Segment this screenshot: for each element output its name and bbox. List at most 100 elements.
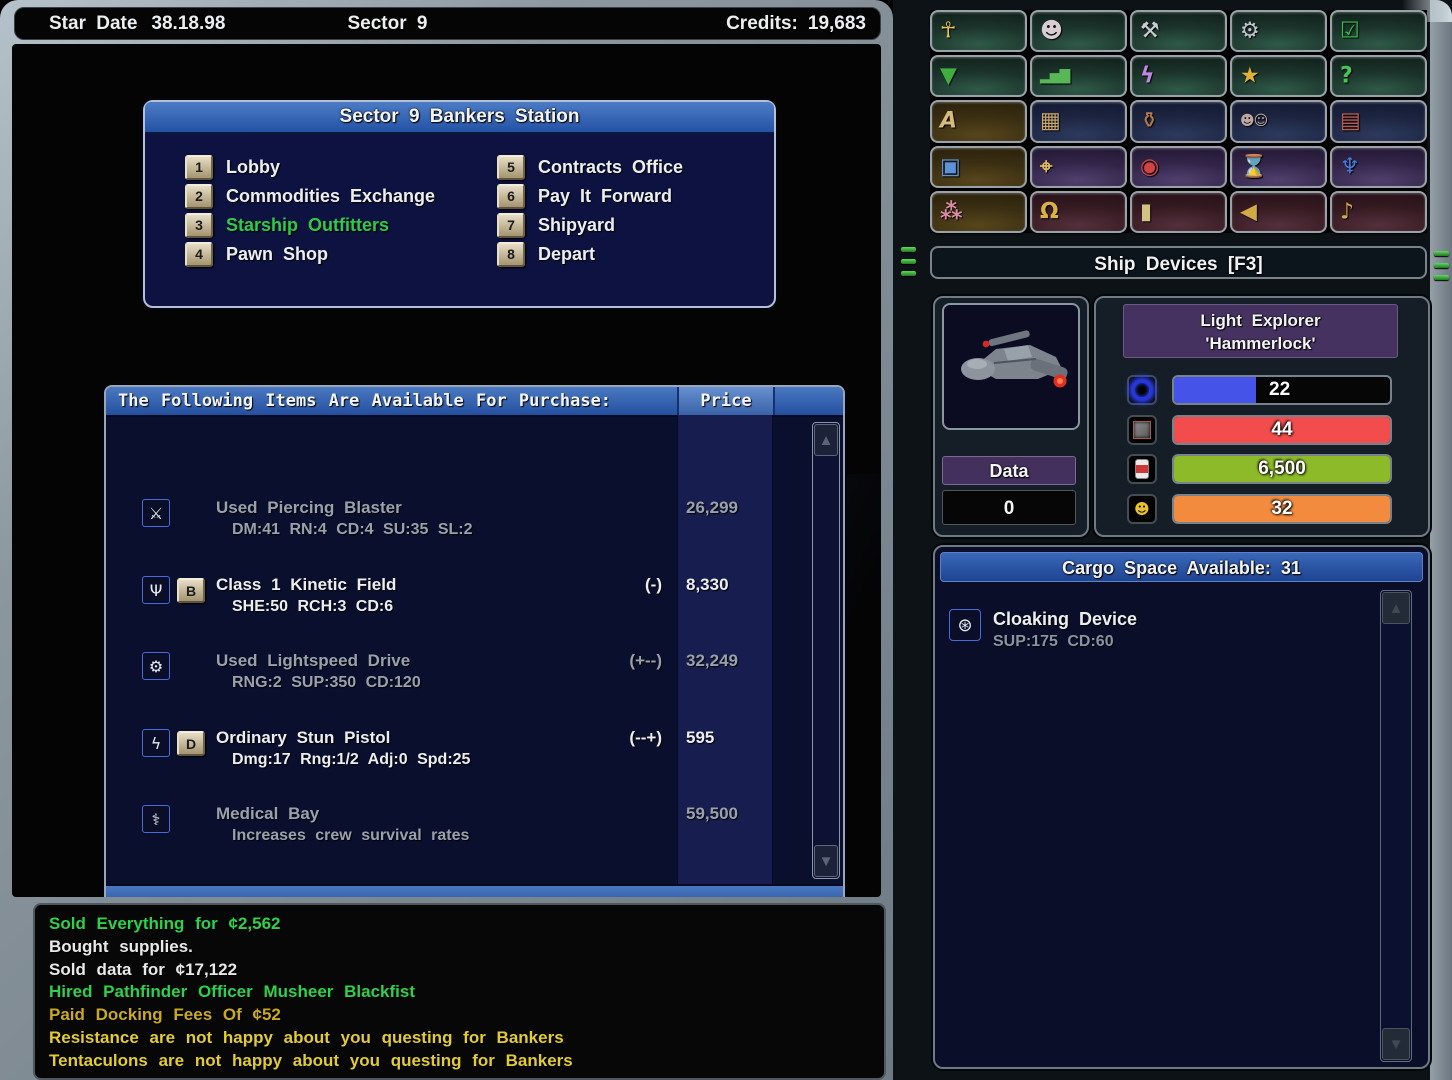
toolbar-bar-chart-button[interactable]: ▂▅▇ (1030, 55, 1127, 97)
log-line: Hired Pathfinder Officer Musheer Blackfi… (49, 981, 874, 1004)
stun-pistol-icon: ϟ (142, 729, 170, 757)
ship-status-card: Light Explorer 'Hammerlock' 22 44 6,500 (1094, 296, 1430, 537)
lightning-icon: ϟ (1140, 64, 1155, 89)
medal-icon: ★ (1240, 64, 1260, 89)
toolbar-wrench-button[interactable]: ⚒ (1130, 10, 1227, 52)
toolbar-crate-button[interactable]: ▦ (1030, 100, 1127, 142)
toolbar-medal-button[interactable]: ★ (1230, 55, 1327, 97)
green-indicator (1434, 263, 1449, 268)
navigation-icon: ⌖ (1040, 154, 1052, 179)
toolbar-checkbox-button[interactable]: ☑ (1330, 10, 1427, 52)
message-log-lines: Sold Everything for ¢2,562Bought supplie… (49, 913, 874, 1073)
menu-key-3[interactable]: 3 (185, 213, 213, 238)
toolbar-crate-down-button[interactable]: ▼ (930, 55, 1027, 97)
toolbar-hourglass-button[interactable]: ⌛ (1230, 146, 1327, 188)
shop-item-list: ⚔Used Piercing BlasterDM:41 RN:4 CD:4 SU… (106, 415, 843, 886)
item-marker: (+--) (586, 651, 662, 671)
checkbox-icon: ☑ (1340, 19, 1360, 44)
ship-name-box: Light Explorer 'Hammerlock' (1123, 304, 1398, 358)
toolbar-officer-button[interactable]: ☻ (1030, 10, 1127, 52)
shop-item-used-lightspeed-drive[interactable]: ⚙Used Lightspeed DriveRNG:2 SUP:350 CD:1… (106, 650, 843, 706)
menu-item-label: Pay It Forward (538, 186, 672, 207)
toolbar-music-button[interactable]: ♪ (1330, 191, 1427, 233)
item-stats: RNG:2 SUP:350 CD:120 (232, 674, 421, 692)
shop-panel: The Following Items Are Available For Pu… (104, 385, 845, 897)
ledger-icon: ▤ (1340, 109, 1361, 134)
fuel-icon (1127, 454, 1157, 484)
ship-devices-header[interactable]: Ship Devices [F3] (930, 246, 1427, 279)
item-price: 32,249 (686, 651, 766, 671)
shop-item-used-piercing-blaster[interactable]: ⚔Used Piercing BlasterDM:41 RN:4 CD:4 SU… (106, 497, 843, 553)
toolbar-target-button[interactable]: ◉ (1130, 146, 1227, 188)
toolbar-ship-log-button[interactable]: A (930, 100, 1027, 142)
toolbar-ankh-button[interactable]: ☥ (930, 10, 1027, 52)
up-arrow-icon (819, 432, 834, 449)
toolbar-grid: ☥☻⚒⚙ ☑ ▼ ▂▅▇ ϟ ★? A ▦⚱☻☺ ▤ ▣ ⌖ ◉⌛♆ ⁂Ω ▮ ◀ ♪ (930, 10, 1427, 233)
menu-key-4[interactable]: 4 (185, 242, 213, 267)
toolbar-urn-button[interactable]: ⚱ (1130, 100, 1227, 142)
menu-key-8[interactable]: 8 (497, 242, 525, 267)
toolbar-crew-group-button[interactable]: ⁂ (930, 191, 1027, 233)
menu-item-pay-it-forward[interactable]: 6 Pay It Forward (497, 185, 683, 207)
item-name: Used Piercing Blaster (216, 498, 402, 518)
ammo-icon: ▮ (1140, 199, 1152, 224)
ship-log-icon: A (940, 109, 957, 134)
item-price: 26,299 (686, 498, 766, 518)
scroll-down-button[interactable] (814, 845, 838, 877)
item-stats: Dmg:17 Rng:1/2 Adj:0 Spd:25 (232, 751, 470, 769)
toolbar-lock-button[interactable]: Ω (1030, 191, 1127, 233)
menu-item-starship-outfitters[interactable]: 3 Starship Outfitters (185, 214, 435, 236)
toolbar-ammo-button[interactable]: ▮ (1130, 191, 1227, 233)
status-bar: Star Date38.18.98 Sector 9 Credits:19,68… (14, 7, 881, 40)
help-icon: ? (1340, 64, 1353, 89)
shop-item-medical-bay[interactable]: ⚕Medical BayIncreases crew survival rate… (106, 803, 843, 859)
station-menu-col-1: 1 Lobby 2Commodities Exchange 3 Starship Out… (185, 156, 435, 265)
cargo-item-cloaking-device[interactable]: ⊛Cloaking DeviceSUP:175 CD:60 (935, 607, 1378, 663)
toolbar-gear-button[interactable]: ⚙ (1230, 10, 1327, 52)
menu-item-label: Lobby (226, 157, 280, 178)
scroll-up-button[interactable] (1382, 592, 1410, 624)
ship-name: 'Hammerlock' (1124, 332, 1397, 355)
ship-portrait-card: Data 0 (933, 296, 1089, 537)
shop-scrollbar[interactable] (812, 422, 840, 879)
menu-item-shipyard[interactable]: 7Shipyard (497, 214, 683, 236)
station-viewport: Sector 9 Bankers Station 1Lobby2Commodit… (12, 44, 881, 897)
scroll-up-button[interactable] (814, 424, 838, 456)
menu-key-1[interactable]: 1 (185, 155, 213, 180)
toolbar-speaker-button[interactable]: ◀ (1230, 191, 1327, 233)
toolbar-navigation-button[interactable]: ⌖ (1030, 146, 1127, 188)
shop-item-ordinary-stun-pistol[interactable]: ϟDOrdinary Stun PistolDmg:17 Rng:1/2 Adj… (106, 727, 843, 783)
menu-item-pawn-shop[interactable]: 4Pawn Shop (185, 243, 435, 265)
menu-key-6[interactable]: 6 (497, 184, 525, 209)
menu-item-lobby[interactable]: 1 Lobby (185, 156, 435, 178)
station-menu-panel: Sector 9 Bankers Station 1Lobby2Commodit… (143, 100, 776, 308)
cargo-scrollbar[interactable] (1380, 590, 1412, 1062)
menu-item-commodities-exchange[interactable]: 2Commodities Exchange (185, 185, 435, 207)
toolbar-alien-ship-button[interactable]: ♆ (1330, 146, 1427, 188)
ship-image (944, 305, 1078, 424)
menu-key-2[interactable]: 2 (185, 184, 213, 209)
fuel-value: 6,500 (1174, 456, 1390, 482)
speaker-icon: ◀ (1240, 199, 1257, 224)
toolbar-help-button[interactable]: ? (1330, 55, 1427, 97)
shop-hotkey-B[interactable]: B (177, 578, 205, 603)
menu-item-label: Contracts Office (538, 157, 683, 178)
scroll-down-button[interactable] (1382, 1028, 1410, 1060)
menu-item-label: Starship Outfitters (226, 215, 389, 236)
credits-value: 19,683 (808, 13, 866, 34)
menu-item-contracts-office[interactable]: 5 Contracts Office (497, 156, 683, 178)
shop-hotkey-D[interactable]: D (177, 731, 205, 756)
toolbar-engine-button[interactable]: ▣ (930, 146, 1027, 188)
green-indicator (901, 247, 916, 252)
sector-label: Sector 9 (15, 13, 760, 35)
menu-item-depart[interactable]: 8Depart (497, 243, 683, 265)
toolbar-diplomacy-masks-button[interactable]: ☻☺ (1230, 100, 1327, 142)
game-screen: Star Date38.18.98 Sector 9 Credits:19,68… (0, 0, 1452, 1080)
menu-key-7[interactable]: 7 (497, 213, 525, 238)
shop-item-class-1-kinetic-field[interactable]: ΨBClass 1 Kinetic FieldSHE:50 RCH:3 CD:6… (106, 574, 843, 630)
menu-key-5[interactable]: 5 (497, 155, 525, 180)
bar-chart-icon: ▂▅▇ (1040, 68, 1069, 84)
medical-bay-icon: ⚕ (142, 805, 170, 833)
toolbar-ledger-button[interactable]: ▤ (1330, 100, 1427, 142)
toolbar-lightning-button[interactable]: ϟ (1130, 55, 1227, 97)
